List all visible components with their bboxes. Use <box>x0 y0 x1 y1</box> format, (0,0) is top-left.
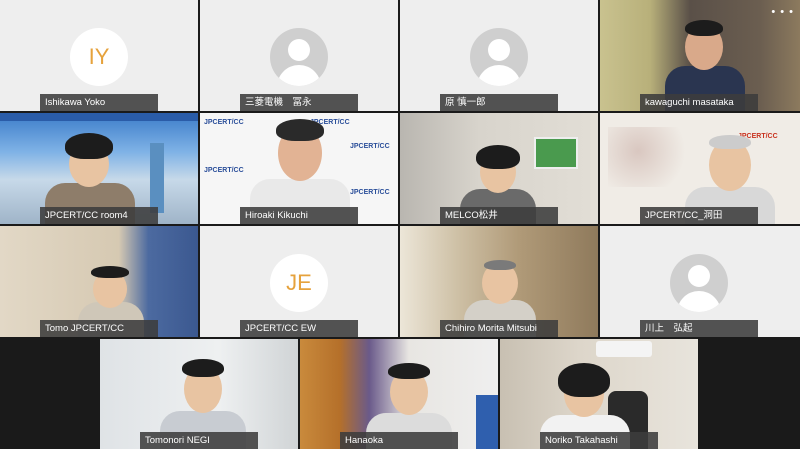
participant-name-label: JPCERT/CC_洞田 <box>640 207 758 224</box>
participant-tile-tomonori-negi[interactable]: Tomonori NEGI <box>100 339 298 449</box>
logo-text: JPCERT/CC <box>350 189 390 196</box>
participant-name-label: kawaguchi masataka <box>640 94 758 111</box>
logo-text: JPCERT/CC <box>350 143 390 150</box>
participant-tile-jpcert-room4[interactable]: JPCERT/CC room4 <box>0 113 198 224</box>
participant-tile-jpcert-horada[interactable]: JPCERT/CC JPCERT/CC_洞田 <box>600 113 800 224</box>
user-placeholder-icon <box>470 28 528 86</box>
participant-tile-hanaoka[interactable]: Hanaoka <box>300 339 498 449</box>
participant-tile-hara[interactable]: 原 慎一郎 <box>400 0 598 111</box>
participant-tile-kawaguchi[interactable]: • • • kawaguchi masataka <box>600 0 800 111</box>
participant-name-label: MELCO松井 <box>440 207 558 224</box>
participant-tile-tomo-jpcert[interactable]: Tomo JPCERT/CC <box>0 226 198 337</box>
participant-name-label: Hiroaki Kikuchi <box>240 207 358 224</box>
participant-name-label: 三菱電機 冨永 <box>240 94 358 111</box>
participant-name-label: 原 慎一郎 <box>440 94 558 111</box>
participant-tile-ishikawa-yoko[interactable]: IY Ishikawa Yoko <box>0 0 198 111</box>
participant-tile-chihiro-morita[interactable]: Chihiro Morita Mitsubi <box>400 226 598 337</box>
initials-avatar: JE <box>270 254 328 312</box>
participant-name-label: Noriko Takahashi <box>540 432 658 449</box>
participant-tile-melco-matsui[interactable]: MELCO松井 <box>400 113 598 224</box>
user-placeholder-icon <box>670 254 728 312</box>
participant-name-label: Chihiro Morita Mitsubi <box>440 320 558 337</box>
participant-tile-kawakami[interactable]: 川上 弘起 <box>600 226 800 337</box>
aircon-graphic <box>596 341 652 357</box>
tower-graphic <box>150 143 164 213</box>
initials-avatar: IY <box>70 28 128 86</box>
participant-tile-kikuchi[interactable]: JPCERT/CC JPCERT/CC JPCERT/CC JPCERT/CC … <box>200 113 398 224</box>
participant-tile-mitsubishi-tominaga[interactable]: 三菱電機 冨永 <box>200 0 398 111</box>
participant-name-label: Tomonori NEGI <box>140 432 258 449</box>
participant-name-label: Ishikawa Yoko <box>40 94 158 111</box>
participant-name-label: Tomo JPCERT/CC <box>40 320 158 337</box>
participant-name-label: JPCERT/CC EW <box>240 320 358 337</box>
poster-graphic <box>534 137 578 169</box>
participant-name-label: Hanaoka <box>340 432 458 449</box>
blue-cabinet-graphic <box>476 395 498 449</box>
logo-text: JPCERT/CC <box>204 167 244 174</box>
participant-tile-jpcert-ew[interactable]: JE JPCERT/CC EW <box>200 226 398 337</box>
participant-name-label: 川上 弘起 <box>640 320 758 337</box>
participant-tile-noriko-takahashi[interactable]: Noriko Takahashi <box>500 339 698 449</box>
participant-name-label: JPCERT/CC room4 <box>40 207 158 224</box>
logo-strip <box>0 113 198 121</box>
user-placeholder-icon <box>270 28 328 86</box>
logo-text: JPCERT/CC <box>204 119 244 126</box>
window-menu-icon[interactable]: • • • <box>771 6 794 18</box>
